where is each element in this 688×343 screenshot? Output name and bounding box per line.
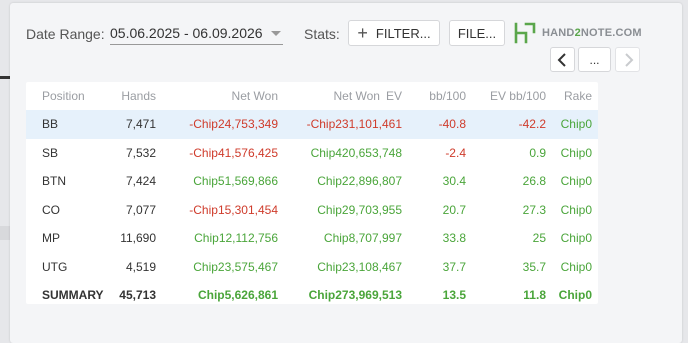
date-range-select[interactable]: 05.06.2025 - 06.09.2026 [110, 22, 283, 45]
table-row[interactable]: BB 7,471 -Chip24,753,349 -Chip231,101,46… [26, 110, 598, 139]
cell-ev-bb100: 27.3 [522, 202, 546, 217]
cell-hands: 7,424 [125, 174, 156, 189]
cell-bb100: 30.4 [442, 174, 466, 189]
cell-hands: 45,713 [119, 288, 156, 303]
cell-ev-bb100: 25 [532, 231, 546, 246]
cell-net-won-ev: Chip273,969,513 [308, 288, 402, 303]
cell-bb100: 13.5 [442, 288, 466, 303]
cell-position: CO [42, 202, 60, 217]
stats-table: Position Hands Net Won Net Won EV bb/100 … [26, 82, 598, 304]
table-row[interactable]: BTN 7,424 Chip51,569,866 Chip22,896,807 … [26, 167, 598, 196]
cell-position: BB [26, 110, 104, 139]
column-header-bb100[interactable]: bb/100 [408, 82, 472, 110]
cell-net-won: Chip12,112,756 [194, 231, 278, 246]
filter-button[interactable]: + FILTER... [348, 20, 440, 46]
cell-ev-bb100: 35.7 [522, 259, 546, 274]
stats-label: Stats: [304, 26, 340, 42]
cell-ev-bb100: 0.9 [529, 145, 546, 160]
next-page-button[interactable] [615, 47, 640, 72]
cell-hands: 7,077 [125, 202, 156, 217]
file-button[interactable]: FILE... [449, 20, 505, 46]
cell-net-won: Chip23,575,467 [193, 259, 278, 274]
cell-position: BTN [42, 174, 66, 189]
cell-hands: 7,532 [125, 145, 156, 160]
table-row[interactable]: MP 11,690 Chip12,112,756 Chip8,707,997 3… [26, 224, 598, 253]
cell-bb100: -40.8 [408, 110, 472, 139]
cell-net-won-ev: Chip29,703,955 [317, 202, 402, 217]
hand2note-logo-icon [514, 22, 536, 44]
column-header-hands[interactable]: Hands [104, 82, 162, 110]
cell-net-won-ev: Chip420,653,748 [310, 145, 402, 160]
cell-position: SUMMARY [42, 288, 104, 303]
cell-net-won: Chip5,626,861 [197, 288, 278, 303]
column-header-net-won[interactable]: Net Won [162, 82, 284, 110]
hand2note-logo: HAND2NOTE.COM [514, 22, 642, 44]
cell-net-won-ev: -Chip231,101,461 [284, 110, 408, 139]
column-header-ev-bb100[interactable]: EV bb/100 [472, 82, 552, 110]
prev-page-button[interactable] [550, 47, 575, 72]
cell-hands: 11,690 [120, 231, 156, 246]
file-button-label: FILE... [457, 25, 497, 41]
cell-ev-bb100: 11.8 [523, 288, 546, 303]
cell-hands: 4,519 [125, 259, 156, 274]
cell-rake: Chip0 [560, 174, 592, 189]
table-row[interactable]: SB 7,532 -Chip41,576,425 Chip420,653,748… [26, 139, 598, 168]
cell-net-won: Chip51,569,866 [193, 174, 278, 189]
cell-rake: Chip0 [552, 110, 598, 139]
cell-net-won: -Chip41,576,425 [189, 145, 278, 160]
cell-ev-bb100: 26.8 [522, 174, 546, 189]
cell-net-won-ev: Chip8,707,997 [323, 231, 402, 246]
cell-bb100: -2.4 [445, 145, 466, 160]
cell-ev-bb100: -42.2 [472, 110, 552, 139]
cell-rake: Chip0 [560, 231, 592, 246]
column-header-net-won-ev[interactable]: Net Won EV [284, 82, 408, 110]
column-header-position[interactable]: Position [26, 82, 104, 110]
more-button[interactable]: ... [578, 47, 611, 72]
logo-wordmark: HAND2NOTE.COM [542, 27, 642, 39]
plus-icon: + [357, 23, 368, 43]
more-button-label: ... [589, 52, 600, 67]
filter-button-label: FILTER... [375, 25, 431, 41]
cell-rake: Chip0 [558, 288, 592, 303]
cell-hands: 7,471 [104, 110, 162, 139]
left-edge-panel [0, 226, 10, 240]
left-edge-marker [0, 76, 10, 79]
cell-net-won-ev: Chip22,896,807 [317, 174, 402, 189]
cell-bb100: 20.7 [442, 202, 466, 217]
cell-position: SB [42, 145, 59, 160]
table-row[interactable]: CO 7,077 -Chip15,301,454 Chip29,703,955 … [26, 196, 598, 225]
date-range-label: Date Range: [26, 26, 105, 42]
cell-position: MP [42, 231, 60, 246]
chevron-left-icon [557, 52, 566, 67]
chevron-right-icon [624, 52, 633, 67]
cell-rake: Chip0 [560, 145, 592, 160]
cell-bb100: 33.8 [442, 231, 466, 246]
caret-down-icon [270, 30, 281, 36]
cell-net-won: -Chip15,301,454 [189, 202, 278, 217]
table-row[interactable]: UTG 4,519 Chip23,575,467 Chip23,108,467 … [26, 253, 598, 282]
cell-net-won-ev: Chip23,108,467 [317, 259, 402, 274]
date-range-value: 05.06.2025 - 06.09.2026 [110, 25, 263, 41]
cell-bb100: 37.7 [442, 259, 466, 274]
cell-net-won: -Chip24,753,349 [162, 110, 284, 139]
table-header-row: Position Hands Net Won Net Won EV bb/100 … [26, 82, 598, 110]
summary-row: SUMMARY 45,713 Chip5,626,861 Chip273,969… [26, 281, 598, 310]
cell-position: UTG [42, 259, 68, 274]
cell-rake: Chip0 [560, 259, 592, 274]
cell-rake: Chip0 [560, 202, 592, 217]
column-header-rake[interactable]: Rake [552, 82, 598, 110]
